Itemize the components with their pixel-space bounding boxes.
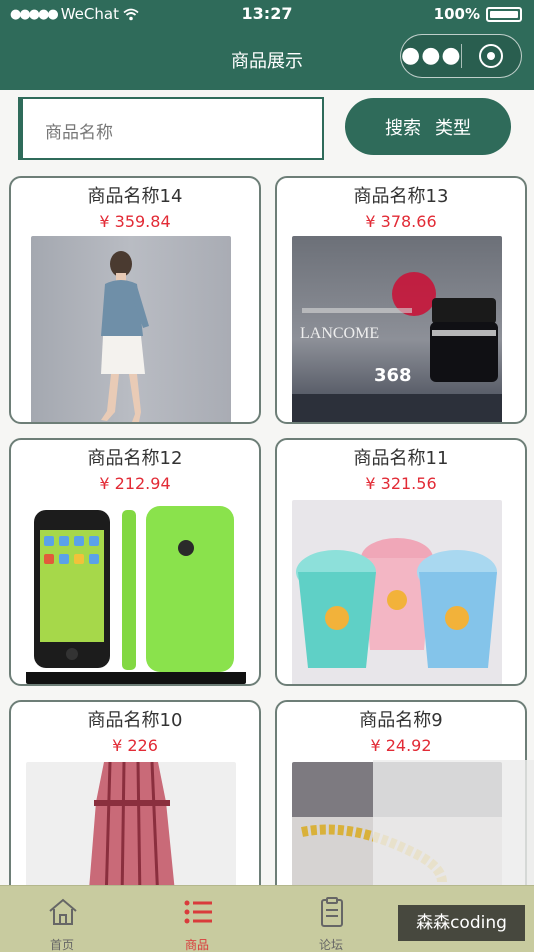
navigation-bar: 商品展示 ●●● [0,30,534,90]
close-program-button[interactable] [462,44,521,68]
product-card[interactable]: 商品名称14 ¥ 359.84 [9,176,261,424]
product-image[interactable]: LANCOME 368 [292,236,502,422]
lancome-cosmetics-ad: LANCOME 368 [292,272,502,422]
home-icon [49,898,77,925]
product-card[interactable]: 商品名称13 ¥ 378.66 LANCOME 368 [275,176,527,424]
product-name: 商品名称10 [87,710,183,731]
battery-percent: 100% [433,5,480,23]
product-name: 商品名称12 [87,448,183,469]
product-price: ¥ 24.92 [370,736,432,755]
product-image[interactable] [292,500,502,684]
search-type-button[interactable]: 搜索 类型 [345,98,511,155]
plastic-cups-photo [296,538,497,668]
green-smartphone-photo [26,506,246,684]
product-price: ¥ 226 [112,736,158,755]
product-card[interactable]: 商品名称11 ¥ 321.56 [275,438,527,686]
search-placeholder: 商品名称 [45,123,113,143]
watermark: 森森coding [398,905,525,941]
product-name: 商品名称14 [87,186,183,207]
woman-in-denim-shirt-photo [101,251,149,422]
product-image[interactable] [31,236,231,422]
product-name: 商品名称11 [353,448,449,469]
status-bar: ●●●●● WeChat 13:27 100% [0,0,534,30]
tab-home[interactable]: 首页 [2,886,122,952]
more-dots-icon[interactable]: ●●● [401,34,461,78]
mini-program-capsule: ●●● [400,34,522,78]
tab-label: 商品 [184,938,209,952]
product-price: ¥ 378.66 [365,212,437,231]
battery-info: 100% [434,5,522,23]
product-price: ¥ 321.56 [365,474,437,493]
product-name: 商品名称13 [353,186,449,207]
ad-price-text: 368 [374,365,412,386]
product-card[interactable]: 商品名称12 ¥ 212.94 [9,438,261,686]
target-circle-icon [479,44,504,68]
tab-label: 首页 [49,938,74,952]
product-image[interactable] [26,762,236,898]
product-price: ¥ 212.94 [99,474,171,493]
red-dress-photo [88,762,176,898]
tab-products[interactable]: 商品 [137,886,257,952]
product-image[interactable] [26,502,246,684]
search-button-label[interactable]: 搜索 [385,114,421,140]
search-input[interactable]: 商品名称 [18,97,324,160]
document-icon [321,897,343,927]
type-button-label[interactable]: 类型 [435,114,471,140]
product-price: ¥ 359.84 [99,212,171,231]
product-name: 商品名称9 [359,710,443,731]
list-icon [184,900,212,924]
tab-label: 论坛 [318,938,343,952]
battery-icon [486,6,522,22]
blurred-overlay [373,760,534,885]
ad-brand-text: LANCOME [300,325,379,342]
tab-forum[interactable]: 论坛 [271,886,391,952]
product-card[interactable]: 商品名称10 ¥ 226 [9,700,261,900]
